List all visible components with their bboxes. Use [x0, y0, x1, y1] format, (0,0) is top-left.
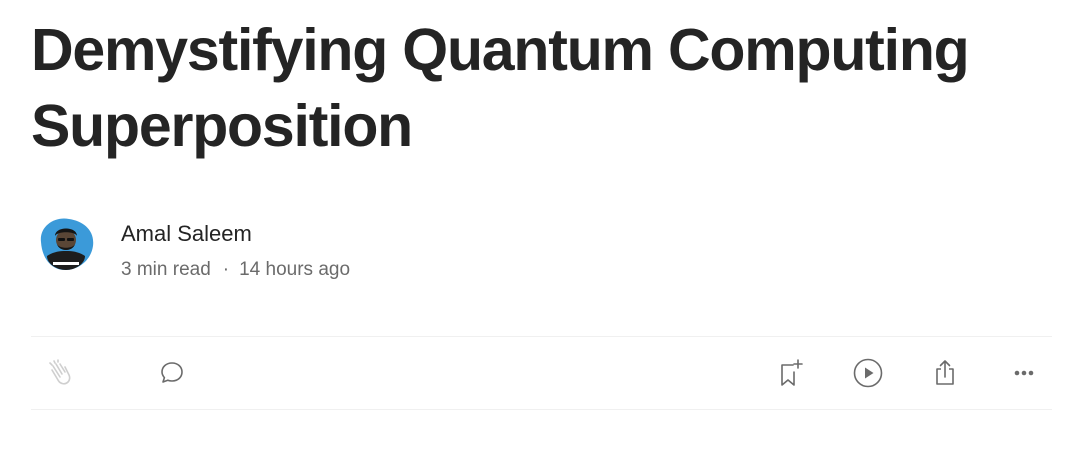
published-time: 14 hours ago — [239, 259, 351, 280]
listen-button[interactable] — [852, 357, 884, 389]
share-button[interactable] — [929, 357, 961, 389]
share-icon — [936, 360, 954, 385]
action-bar — [31, 336, 1052, 410]
save-button[interactable] — [774, 357, 806, 389]
article-meta: 3 min read · 14 hours ago — [121, 258, 350, 282]
author-name[interactable]: Amal Saleem — [121, 221, 252, 247]
avatar-image — [33, 212, 99, 278]
comment-button[interactable] — [156, 357, 188, 389]
article-header: Demystifying Quantum Computing Superposi… — [0, 0, 1074, 472]
article-title: Demystifying Quantum Computing Superposi… — [31, 17, 970, 159]
more-button[interactable] — [1008, 357, 1040, 389]
clap-icon — [49, 359, 71, 385]
author-avatar[interactable] — [33, 212, 99, 278]
bookmark-add-icon — [781, 359, 803, 386]
clap-button[interactable] — [43, 357, 75, 389]
comment-icon — [161, 362, 183, 383]
more-icon — [1014, 370, 1034, 376]
meta-separator: · — [222, 259, 230, 280]
author-row: Amal Saleem 3 min read · 14 hours ago — [33, 212, 633, 280]
read-time: 3 min read — [121, 259, 211, 280]
play-icon — [853, 358, 883, 388]
